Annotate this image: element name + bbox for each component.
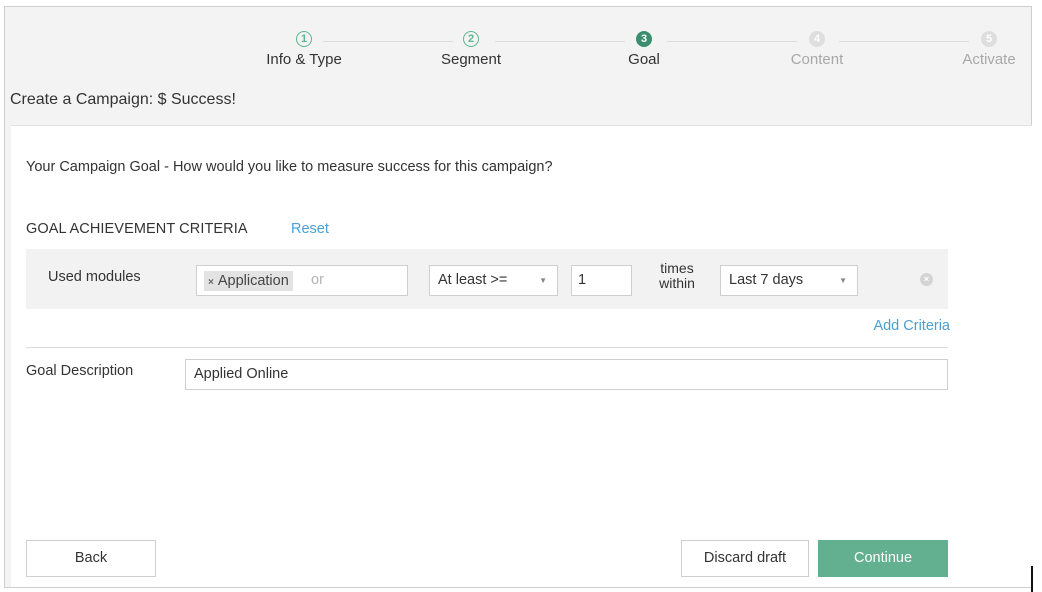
step-goal[interactable]: 3 Goal <box>584 31 704 68</box>
continue-button[interactable]: Continue <box>818 540 948 577</box>
campaign-wizard: 1 Info & Type 2 Segment 3 Goal 4 Content… <box>4 6 1032 588</box>
criteria-row: Used modules × Application or At least >=… <box>26 249 948 309</box>
step-info-type[interactable]: 1 Info & Type <box>244 31 364 68</box>
within-text: within <box>659 275 695 291</box>
module-tag-label: Application <box>217 273 289 289</box>
criteria-heading: GOAL ACHIEVEMENT CRITERIA <box>26 221 248 237</box>
criteria-label: Used modules <box>48 269 141 285</box>
times-text: times <box>660 260 694 276</box>
goal-description-label: Goal Description <box>26 363 134 379</box>
period-select[interactable]: Last 7 days ▼ <box>720 265 858 296</box>
discard-draft-button[interactable]: Discard draft <box>681 540 809 577</box>
goal-question: Your Campaign Goal - How would you like … <box>26 159 553 175</box>
modules-tag-input[interactable]: × Application or <box>196 265 408 296</box>
step-label: Activate <box>962 51 1016 68</box>
step-number: 5 <box>981 31 997 47</box>
add-criteria-link[interactable]: Add Criteria <box>873 318 950 334</box>
step-number: 1 <box>296 31 312 47</box>
step-number: 3 <box>636 31 652 47</box>
step-label: Segment <box>440 51 502 68</box>
step-label: Goal <box>628 51 660 68</box>
page-title: Create a Campaign: $ Success! <box>10 91 236 108</box>
step-number: 4 <box>809 31 825 47</box>
wizard-stepper: 1 Info & Type 2 Segment 3 Goal 4 Content… <box>5 7 1033 87</box>
step-activate: 5 Activate <box>929 31 1042 68</box>
operator-select[interactable]: At least >= ▼ <box>429 265 558 296</box>
chevron-down-icon: ▼ <box>839 276 847 285</box>
close-icon[interactable]: × <box>208 277 214 288</box>
reset-link[interactable]: Reset <box>291 221 329 237</box>
step-segment[interactable]: 2 Segment <box>411 31 531 68</box>
divider <box>26 347 948 348</box>
step-label: Info & Type <box>266 51 342 68</box>
times-within-label: times within <box>644 261 710 291</box>
step-number: 2 <box>463 31 479 47</box>
close-circle-icon[interactable]: × <box>920 273 933 286</box>
chevron-down-icon: ▼ <box>539 276 547 285</box>
edge-mark <box>1031 566 1033 592</box>
back-button[interactable]: Back <box>26 540 156 577</box>
operator-value: At least >= <box>438 272 508 288</box>
goal-description-input[interactable]: Applied Online <box>185 359 948 390</box>
period-value: Last 7 days <box>729 272 804 288</box>
count-input[interactable]: 1 <box>571 265 632 296</box>
module-tag: × Application <box>204 271 293 291</box>
step-content: 4 Content <box>757 31 877 68</box>
step-label: Content <box>790 51 844 68</box>
or-placeholder: or <box>311 272 324 288</box>
goal-card: Your Campaign Goal - How would you like … <box>11 125 1032 587</box>
